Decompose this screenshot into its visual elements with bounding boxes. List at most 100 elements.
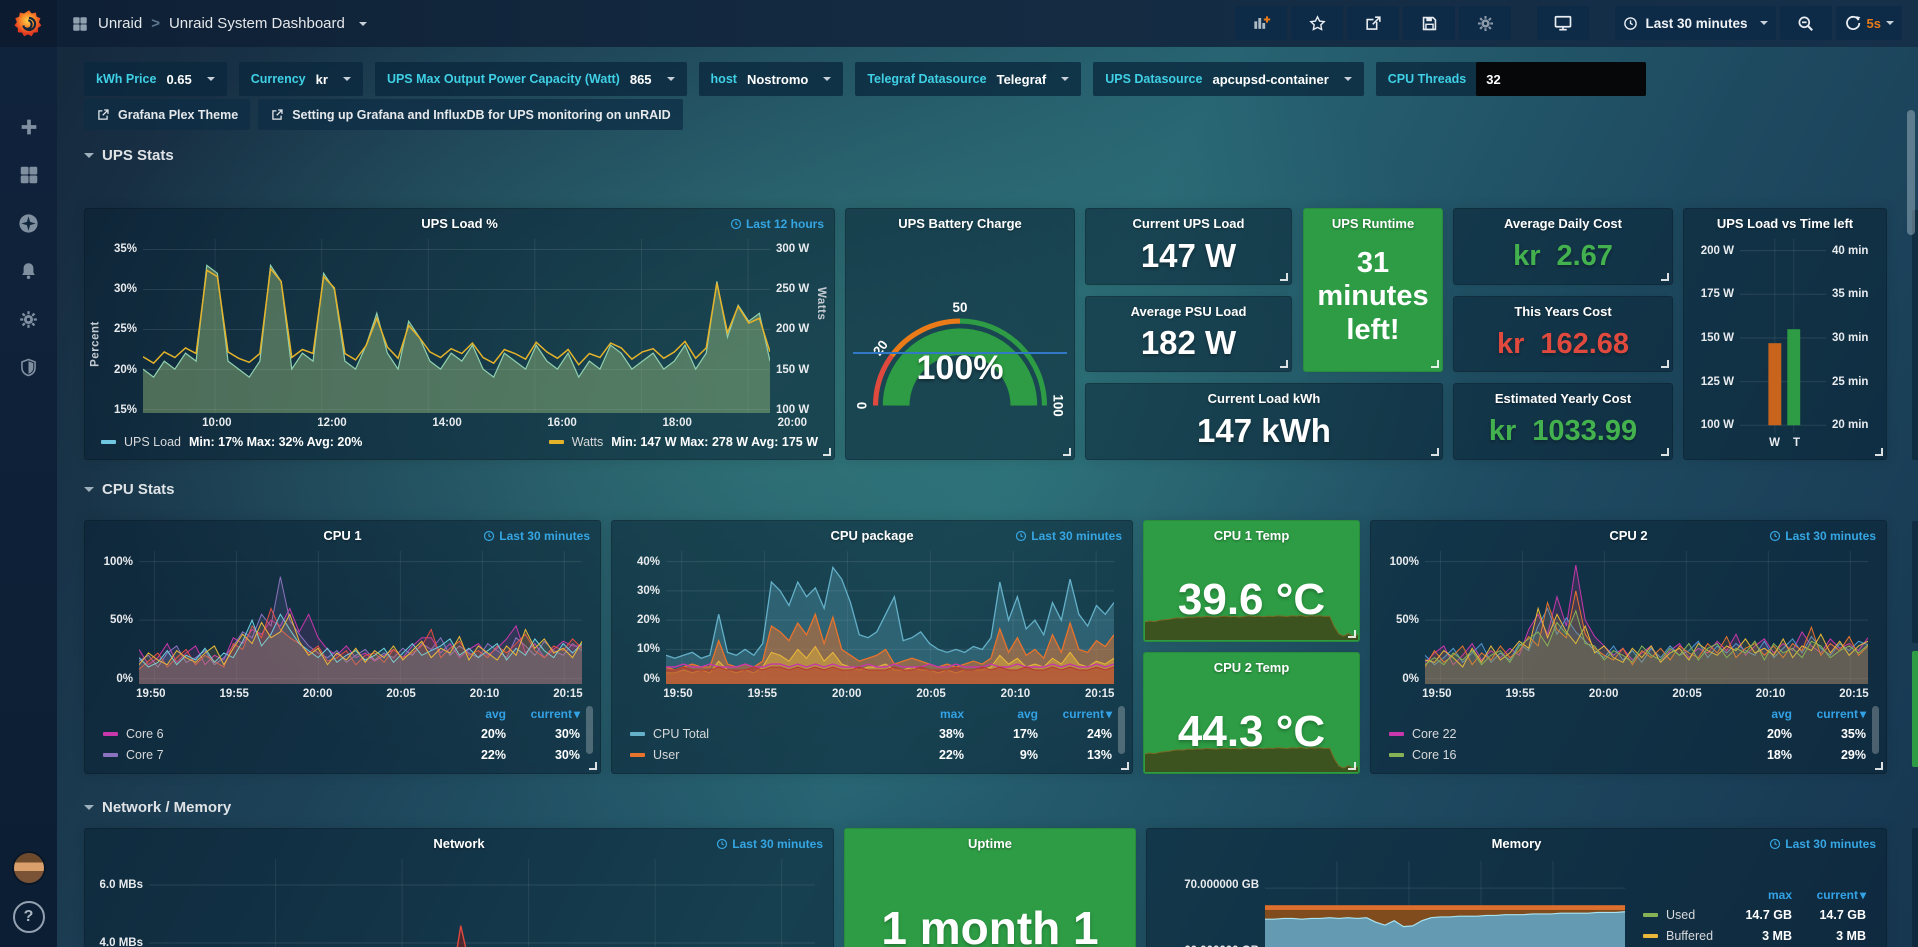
help-button[interactable]: ? (13, 901, 45, 933)
sidebar-dashboards-button[interactable] (0, 151, 57, 199)
legend-scrollbar[interactable] (586, 706, 593, 754)
dashboards-grid-icon[interactable] (71, 15, 89, 33)
refresh-caret-icon[interactable] (1886, 21, 1894, 25)
user-avatar[interactable] (14, 853, 44, 883)
legend-name[interactable]: Core 7 (126, 748, 164, 762)
legend-column-current[interactable]: current (1792, 888, 1866, 902)
section-ups-stats[interactable]: UPS Stats (84, 142, 1887, 168)
panel-title[interactable]: Uptime (845, 829, 1135, 851)
variable-telegraf-datasource[interactable]: Telegraf DatasourceTelegraf (855, 62, 1081, 96)
y-axis-left: 6.0 MBs4.0 MBs2.0 MBs (91, 859, 149, 947)
panel-title[interactable]: UPS Runtime (1304, 209, 1442, 231)
refresh-button[interactable]: 5s (1836, 6, 1902, 40)
variable-label: host (711, 72, 737, 86)
panel-title[interactable]: UPS Load vs Time left (1684, 209, 1886, 235)
star-button[interactable] (1291, 6, 1343, 40)
panel-time-override[interactable]: Last 30 minutes (1015, 529, 1122, 543)
axis-tick: 35 min (1832, 288, 1868, 300)
x-axis: 19:5019:5520:0020:0520:1020:15 (1421, 686, 1872, 704)
add-panel-button[interactable] (1235, 6, 1287, 40)
variable-currency[interactable]: Currencykr (239, 62, 363, 96)
legend-column-avg[interactable]: avg (432, 707, 506, 721)
share-button[interactable] (1347, 6, 1399, 40)
panel-title[interactable]: Average Daily Cost (1454, 209, 1672, 231)
panel-time-override[interactable]: Last 30 minutes (716, 837, 823, 851)
legend-item-watts[interactable]: WattsMin: 147 W Max: 278 W Avg: 175 W (549, 435, 818, 449)
axis-tick: 16:00 (547, 417, 576, 429)
variable-host[interactable]: hostNostromo (699, 62, 844, 96)
scrollbar-thumb[interactable] (1907, 110, 1915, 235)
variable-cpu-threads[interactable]: CPU Threads (1376, 62, 1647, 96)
breadcrumb-app[interactable]: Unraid (98, 15, 142, 32)
legend-column-max[interactable]: max (1718, 888, 1792, 902)
panel-title[interactable]: CPU 2 Temp (1144, 653, 1359, 675)
panel-time-override[interactable]: Last 30 minutes (1769, 529, 1876, 543)
variable-ups-datasource[interactable]: UPS Datasourceapcupsd-container (1093, 62, 1364, 96)
legend-item-ups-load[interactable]: UPS Load Min: 17% Max: 32% Avg: 20% (101, 435, 362, 449)
panel-title[interactable]: This Years Cost (1454, 297, 1672, 319)
legend-scrollbar[interactable] (1118, 706, 1125, 754)
cpu-package-chart[interactable] (666, 551, 1114, 684)
sidebar-configuration-button[interactable] (0, 295, 57, 343)
legend-column-avg[interactable]: avg (1718, 707, 1792, 721)
axis-tick: 19:55 (1506, 688, 1535, 700)
sidebar-server-admin-button[interactable] (0, 343, 57, 391)
legend-stats: Min: 17% Max: 32% Avg: 20% (189, 435, 362, 449)
legend-name[interactable]: Buffered (1666, 929, 1713, 943)
panel-title[interactable]: Estimated Yearly Cost (1454, 384, 1672, 406)
legend-column-current[interactable]: current (1792, 707, 1866, 721)
kiosk-mode-button[interactable] (1537, 6, 1589, 40)
legend-column-avg[interactable]: avg (964, 707, 1038, 721)
legend-name[interactable]: Core 16 (1412, 748, 1456, 762)
panel-title[interactable]: UPS Load % (85, 209, 834, 235)
legend-column-current[interactable]: current (506, 707, 580, 721)
zoom-out-button[interactable] (1780, 6, 1832, 40)
panel-time-override[interactable]: Last 30 minutes (483, 529, 590, 543)
sidebar-alerting-button[interactable] (0, 247, 57, 295)
cpu1-chart[interactable] (139, 551, 582, 684)
panel-title[interactable]: Average PSU Load (1086, 297, 1291, 319)
section-cpu-stats[interactable]: CPU Stats (84, 476, 1887, 502)
panel-title[interactable]: UPS Battery Charge (846, 209, 1074, 231)
memory-chart[interactable] (1265, 861, 1625, 947)
legend-column-max[interactable]: max (890, 707, 964, 721)
panel-time-override[interactable]: Last 30 minutes (1769, 837, 1876, 851)
legend-name[interactable]: CPU Total (653, 727, 709, 741)
legend-column-current[interactable]: current (1038, 707, 1112, 721)
legend-value: 9% (964, 748, 1038, 762)
dashboard-link-setting-up-grafana-and-influxdb-for-ups-monitoring-on-unraid[interactable]: Setting up Grafana and InfluxDB for UPS … (258, 99, 682, 130)
section-network-memory[interactable]: Network / Memory (84, 794, 1887, 820)
ups-load-chart[interactable] (143, 239, 770, 413)
dashboard-link-grafana-plex-theme[interactable]: Grafana Plex Theme (84, 99, 250, 130)
cpu2-chart[interactable] (1425, 551, 1868, 684)
variable-ups-max-output-power-capacity-watt[interactable]: UPS Max Output Power Capacity (Watt)865 (375, 62, 687, 96)
legend-name[interactable]: Core 6 (126, 727, 164, 741)
panel-time-override[interactable]: Last 12 hours (730, 217, 824, 231)
page-scrollbar[interactable] (1907, 47, 1915, 947)
network-memory-row: Network Last 30 minutes 6.0 MBs4.0 MBs2.… (84, 828, 1887, 947)
variable-input[interactable] (1476, 62, 1646, 96)
legend-scrollbar[interactable] (1872, 706, 1879, 754)
legend-name[interactable]: UPS Load (124, 435, 181, 449)
legend-name[interactable]: Core 22 (1412, 727, 1456, 741)
dashboards-icon (18, 164, 40, 186)
time-range-picker[interactable]: Last 30 minutes (1615, 6, 1775, 40)
refresh-interval-label[interactable]: 5s (1867, 16, 1881, 31)
panel-title[interactable]: Current Load kWh (1086, 384, 1442, 406)
dashboard-settings-button[interactable] (1459, 6, 1511, 40)
legend-name[interactable]: Watts (572, 435, 603, 449)
sidebar-explore-button[interactable] (0, 199, 57, 247)
panel-title[interactable]: Current UPS Load (1086, 209, 1291, 231)
axis-tick: 14:00 (432, 417, 461, 429)
page-title[interactable]: Unraid System Dashboard (169, 15, 345, 32)
network-chart[interactable] (149, 859, 815, 947)
variable-kwh-price[interactable]: kWh Price0.65 (84, 62, 227, 96)
panel-title[interactable]: CPU 1 Temp (1144, 521, 1359, 543)
load-vs-time-bars[interactable] (1740, 239, 1826, 433)
legend-name[interactable]: Used (1666, 908, 1695, 922)
title-caret-icon[interactable] (359, 22, 367, 26)
legend-name[interactable]: User (653, 748, 679, 762)
save-button[interactable] (1403, 6, 1455, 40)
grafana-logo[interactable] (0, 0, 57, 47)
sidebar-create-button[interactable] (0, 103, 57, 151)
